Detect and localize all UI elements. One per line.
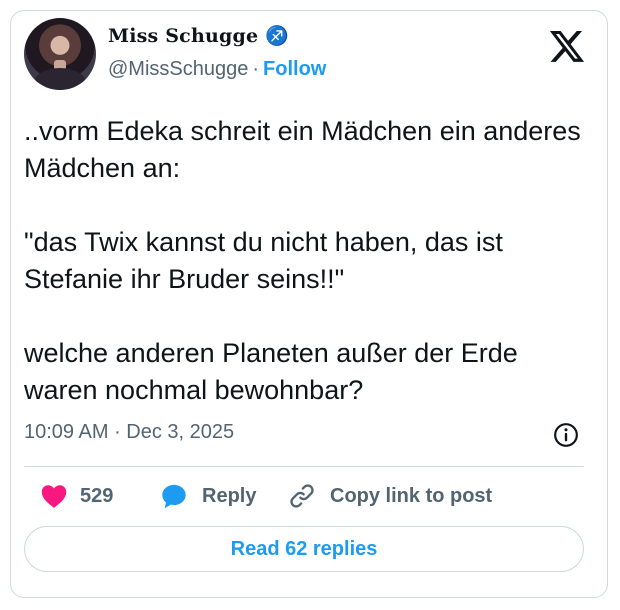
- author-display-name[interactable]: Miss Schugge ♐: [108, 24, 289, 47]
- copy-link-label: Copy link to post: [330, 484, 493, 507]
- action-bar: 529 Reply Copy link to post: [24, 480, 584, 512]
- read-replies-button[interactable]: Read 62 replies: [24, 526, 584, 572]
- x-logo-icon[interactable]: [547, 27, 587, 65]
- author-avatar[interactable]: [24, 18, 96, 90]
- tweet-paragraph-3: welche anderen Planeten außer der Erde w…: [24, 338, 518, 405]
- copy-link-button[interactable]: Copy link to post: [288, 480, 492, 512]
- tweet-paragraph-1: ..vorm Edeka schreit ein Mädchen ein and…: [24, 116, 581, 183]
- reply-button[interactable]: Reply: [160, 480, 256, 512]
- reply-label: Reply: [202, 484, 257, 507]
- tweet-timestamp[interactable]: 10:09 AM · Dec 3, 2025: [24, 421, 234, 444]
- heart-icon: [41, 485, 67, 508]
- like-button[interactable]: 529: [40, 480, 113, 512]
- author-handle[interactable]: @MissSchugge: [108, 58, 248, 80]
- tweet-date: Dec 3, 2025: [126, 421, 235, 443]
- follow-button[interactable]: Follow: [263, 58, 326, 80]
- reply-bubble-icon: [162, 484, 186, 509]
- divider: [24, 466, 584, 467]
- tweet-paragraph-2: "das Twix kannst du nicht haben, das ist…: [24, 227, 503, 294]
- handle-separator: ·: [252, 58, 260, 80]
- tweet-time: 10:09 AM: [24, 421, 109, 443]
- info-icon[interactable]: [553, 422, 579, 448]
- link-icon: [290, 484, 314, 508]
- like-count: 529: [80, 484, 114, 507]
- timestamp-separator: ·: [108, 421, 127, 443]
- tweet-text: ..vorm Edeka schreit ein Mädchen ein and…: [24, 113, 584, 409]
- author-handle-line: @MissSchugge · Follow: [108, 58, 326, 81]
- avatar-shoulder-shape: [34, 68, 86, 90]
